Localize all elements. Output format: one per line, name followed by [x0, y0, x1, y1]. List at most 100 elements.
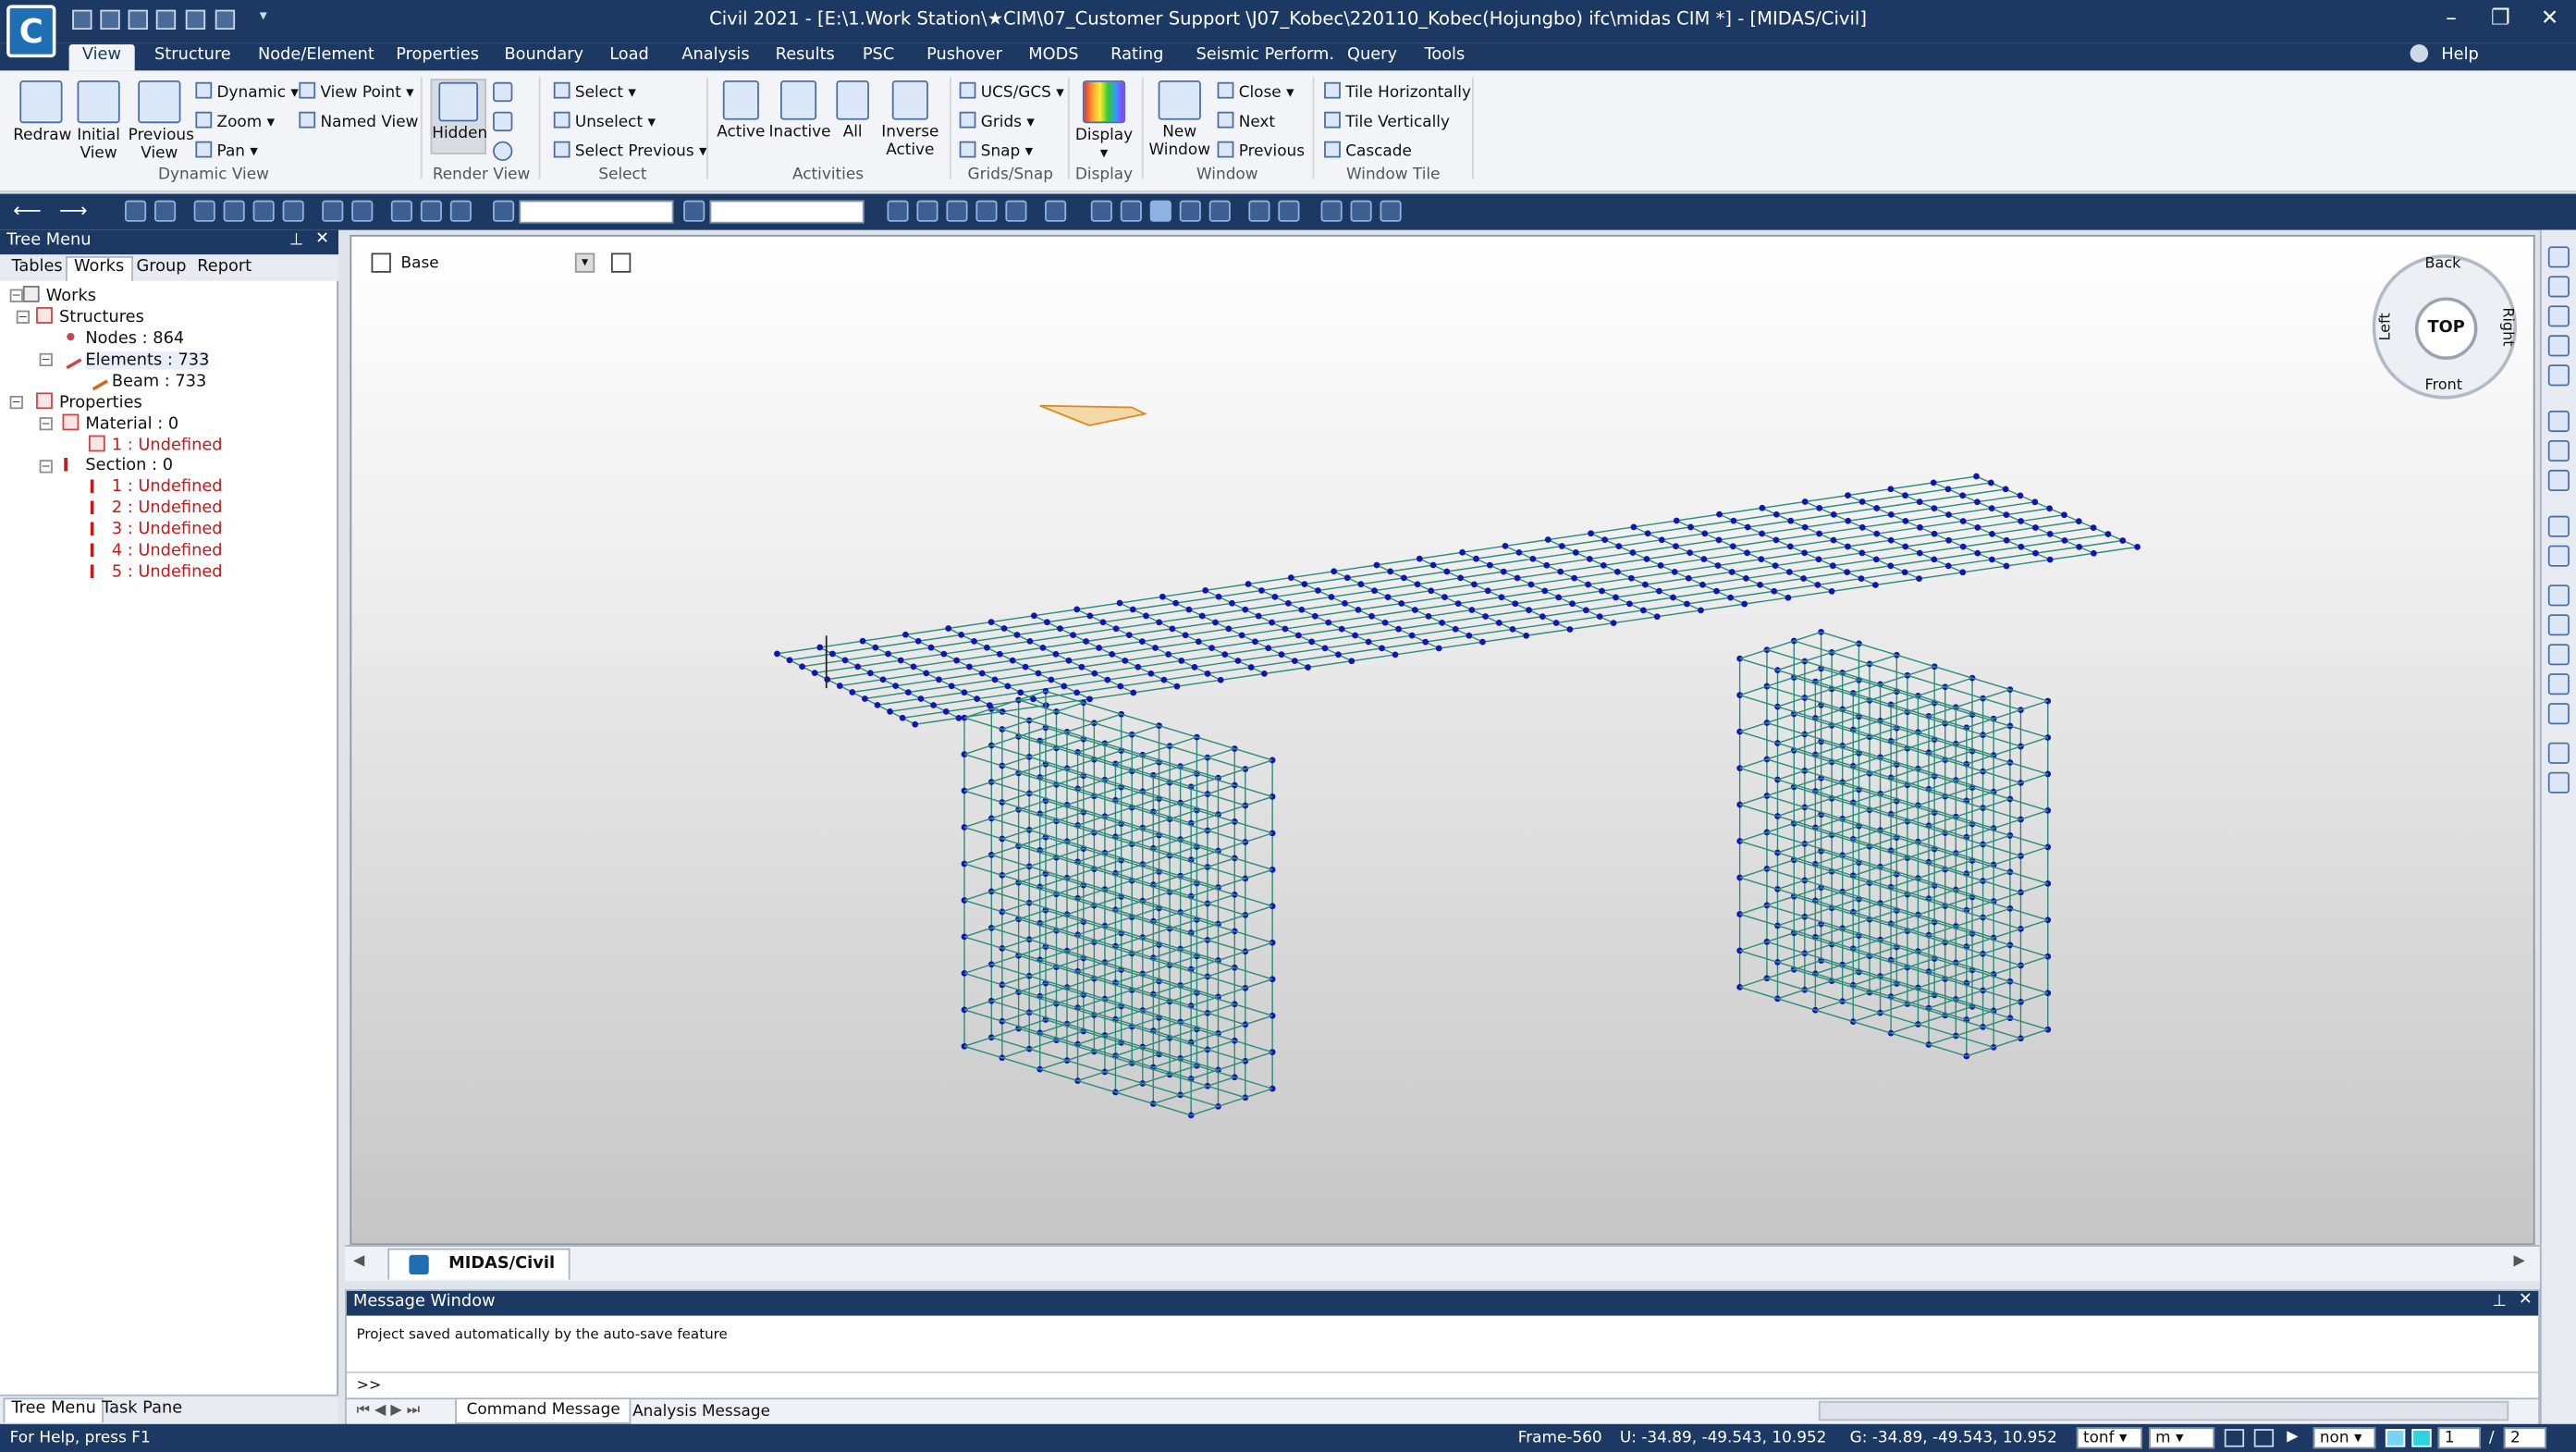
- node[interactable]: [1086, 612, 1094, 620]
- node[interactable]: [1887, 486, 1895, 493]
- count2-field[interactable]: 2: [2503, 1427, 2547, 1449]
- deck-crossbeam[interactable]: [1804, 500, 1964, 573]
- app-logo-icon[interactable]: C: [6, 5, 56, 58]
- node[interactable]: [923, 670, 930, 677]
- node[interactable]: [1414, 581, 1421, 588]
- node[interactable]: [1571, 574, 1578, 582]
- node[interactable]: [1172, 599, 1180, 607]
- grids-button[interactable]: Grids ▾: [959, 111, 1035, 131]
- node[interactable]: [1198, 612, 1206, 620]
- node[interactable]: [1160, 676, 1168, 683]
- node[interactable]: [2075, 518, 2082, 525]
- node[interactable]: [1215, 593, 1222, 600]
- node[interactable]: [1165, 651, 1172, 658]
- toolbar-tool-icon[interactable]: [1248, 200, 1270, 222]
- node[interactable]: [1629, 549, 1637, 556]
- node[interactable]: [1335, 651, 1342, 658]
- node[interactable]: [1757, 581, 1763, 588]
- deck-crossbeam[interactable]: [819, 646, 960, 719]
- node[interactable]: [930, 702, 937, 708]
- count1-field[interactable]: 1: [2437, 1427, 2481, 1449]
- color-icon[interactable]: [2411, 1429, 2432, 1447]
- node[interactable]: [1255, 612, 1262, 620]
- node[interactable]: [1514, 574, 1521, 582]
- node[interactable]: [1844, 569, 1851, 575]
- view-cube-front[interactable]: Front: [2425, 377, 2462, 394]
- node[interactable]: [1569, 600, 1576, 608]
- node[interactable]: [2104, 531, 2112, 537]
- node[interactable]: [1004, 683, 1012, 690]
- node[interactable]: [1613, 594, 1619, 601]
- node[interactable]: [1282, 625, 1289, 633]
- node[interactable]: [910, 663, 917, 671]
- node[interactable]: [1325, 619, 1332, 626]
- node[interactable]: [1670, 594, 1676, 601]
- tab-tools[interactable]: Tools: [1411, 44, 1478, 70]
- node[interactable]: [1673, 543, 1679, 550]
- node[interactable]: [948, 683, 955, 690]
- toolbar-tool-icon[interactable]: [252, 200, 275, 222]
- node[interactable]: [1039, 644, 1047, 651]
- node[interactable]: [1759, 504, 1766, 511]
- new-window-button[interactable]: New Window: [1148, 80, 1211, 159]
- node[interactable]: [1959, 569, 1967, 576]
- node[interactable]: [1422, 638, 1429, 646]
- node[interactable]: [1974, 498, 1981, 506]
- right-tool-icon[interactable]: [2547, 614, 2570, 636]
- node[interactable]: [1331, 568, 1338, 575]
- node[interactable]: [1425, 613, 1432, 620]
- node[interactable]: [1212, 619, 1219, 626]
- toolbar-tool-icon[interactable]: [193, 200, 215, 222]
- node[interactable]: [1357, 581, 1365, 588]
- node[interactable]: [1987, 479, 1994, 486]
- search-icon[interactable]: [2547, 411, 2570, 433]
- node[interactable]: [1371, 587, 1378, 594]
- node[interactable]: [1298, 606, 1306, 613]
- node[interactable]: [1301, 581, 1308, 587]
- node[interactable]: [1541, 587, 1549, 595]
- node[interactable]: [1639, 607, 1647, 614]
- node[interactable]: [1901, 569, 1908, 576]
- node[interactable]: [799, 663, 805, 671]
- node[interactable]: [1744, 523, 1751, 531]
- collapse-toggle[interactable]: −: [39, 460, 53, 474]
- node[interactable]: [1387, 568, 1394, 575]
- ucs-gcs-button[interactable]: UCS/GCS ▾: [959, 81, 1064, 102]
- node[interactable]: [1502, 543, 1509, 549]
- node[interactable]: [1701, 530, 1709, 537]
- node[interactable]: [1527, 581, 1535, 588]
- node[interactable]: [1588, 530, 1594, 537]
- node[interactable]: [1830, 511, 1837, 518]
- node[interactable]: [936, 676, 942, 683]
- deck-crossbeam[interactable]: [1504, 545, 1658, 618]
- node[interactable]: [1930, 479, 1937, 486]
- message-close-icon[interactable]: ✕: [2519, 1291, 2533, 1310]
- toolbar-tool-icon[interactable]: [1278, 200, 1300, 222]
- node[interactable]: [927, 644, 935, 651]
- deck-crossbeam[interactable]: [1247, 583, 1396, 656]
- node[interactable]: [1204, 670, 1211, 677]
- view-cube-right[interactable]: Right: [2498, 307, 2515, 346]
- deck-crossbeam[interactable]: [1418, 558, 1571, 631]
- node[interactable]: [1759, 530, 1765, 537]
- node[interactable]: [1099, 619, 1107, 626]
- node[interactable]: [1599, 587, 1605, 595]
- node[interactable]: [1365, 638, 1372, 646]
- node[interactable]: [1221, 651, 1229, 658]
- node[interactable]: [1125, 632, 1133, 639]
- next-window-button[interactable]: Next: [1217, 111, 1275, 131]
- node[interactable]: [1117, 683, 1124, 690]
- node[interactable]: [1328, 594, 1335, 600]
- node[interactable]: [1988, 505, 1995, 512]
- node[interactable]: [1466, 632, 1473, 639]
- toolbar-tool-icon[interactable]: [1320, 200, 1343, 222]
- node[interactable]: [1626, 600, 1633, 608]
- tree-close-icon[interactable]: ✕: [315, 230, 329, 249]
- pin-icon[interactable]: ⊥: [289, 231, 303, 250]
- tab-structure[interactable]: Structure: [141, 44, 244, 70]
- select-button[interactable]: Select ▾: [553, 81, 636, 102]
- node[interactable]: [1030, 612, 1037, 620]
- node[interactable]: [1159, 593, 1166, 600]
- node[interactable]: [1495, 620, 1503, 626]
- node[interactable]: [1468, 607, 1476, 613]
